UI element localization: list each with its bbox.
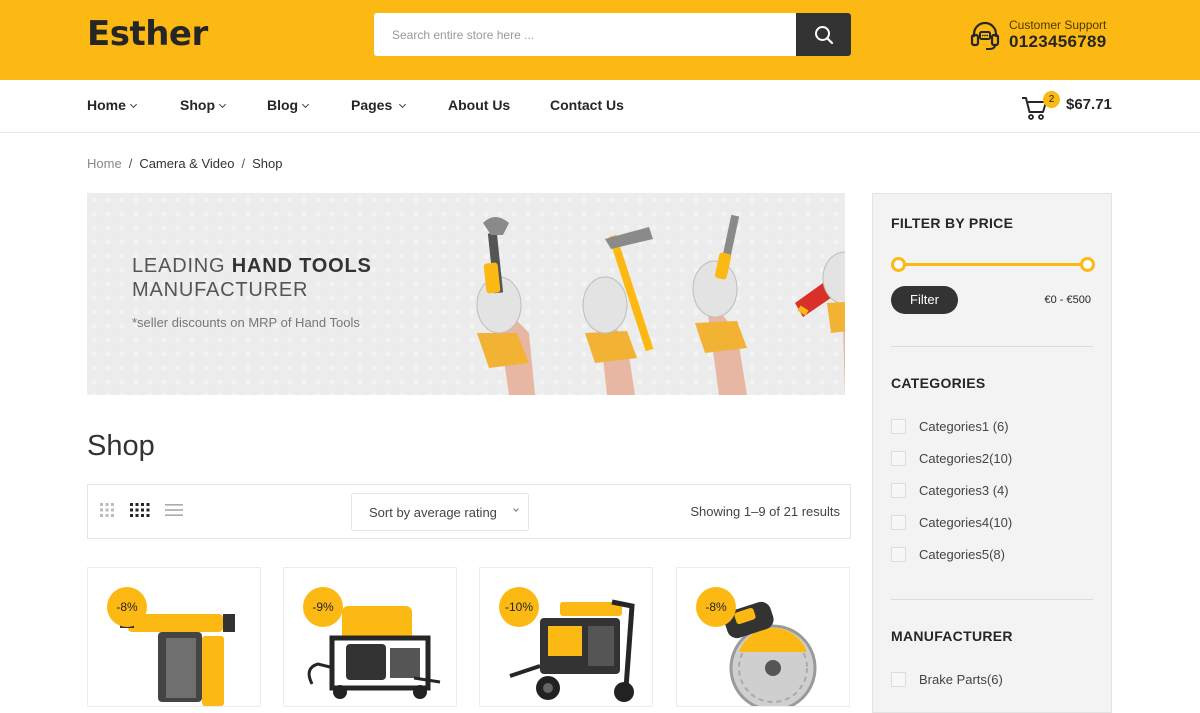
support-phone[interactable]: 0123456789 (1009, 32, 1107, 52)
discount-badge: -8% (107, 587, 147, 627)
breadcrumb-section[interactable]: Camera & Video (139, 156, 234, 171)
breadcrumb-current: Shop (252, 156, 283, 171)
cart-total: $67.71 (1066, 96, 1112, 113)
cart-count-badge: 2 (1043, 91, 1060, 108)
nav-item-home[interactable]: Home (87, 97, 137, 113)
banner-heading: LEADING HAND TOOLS (132, 255, 372, 277)
slider-min-handle[interactable] (891, 257, 906, 272)
mini-cart[interactable]: 2 $67.71 (1020, 90, 1120, 124)
filter-button[interactable]: Filter (891, 286, 958, 314)
nav-item-shop[interactable]: Shop (180, 97, 227, 113)
chevron-down-icon (218, 100, 227, 109)
product-card[interactable]: -9% (283, 567, 457, 707)
breadcrumb-home[interactable]: Home (87, 156, 122, 171)
page-title: Shop (87, 430, 155, 462)
grid-view-small-icon[interactable] (99, 502, 115, 518)
product-card[interactable]: -10% (479, 567, 653, 707)
product-card[interactable]: -8% (87, 567, 261, 707)
slider-track (897, 263, 1087, 266)
checkbox[interactable] (891, 483, 906, 498)
chevron-down-icon (399, 100, 407, 109)
checkbox[interactable] (891, 451, 906, 466)
wrench-hand (476, 217, 535, 395)
banner-heading-line2: MANUFACTURER (132, 279, 309, 301)
banner-subtitle: *seller discounts on MRP of Hand Tools (132, 315, 360, 330)
discount-badge: -10% (499, 587, 539, 627)
checkbox[interactable] (891, 547, 906, 562)
promo-banner[interactable]: LEADING HAND TOOLS MANUFACTURER *seller … (87, 193, 845, 395)
results-count: Showing 1–9 of 21 results (690, 504, 840, 519)
nav-item-pages[interactable]: Pages (351, 97, 407, 113)
categories-title: CATEGORIES (891, 375, 986, 391)
search-input[interactable] (374, 13, 796, 56)
price-range-label: €0 - €500 (1044, 294, 1091, 306)
customer-support: Customer Support 0123456789 (969, 17, 1119, 57)
nav-item-about-us[interactable]: About Us (448, 97, 510, 113)
search-icon (814, 25, 833, 44)
top-header: Esther Customer Support 0123456789 (0, 0, 1200, 80)
site-logo[interactable]: Esther (87, 14, 208, 54)
sidebar: FILTER BY PRICE Filter €0 - €500 CATEGOR… (872, 193, 1112, 713)
support-label: Customer Support (1009, 18, 1107, 32)
checkbox[interactable] (891, 672, 906, 687)
search-bar (374, 13, 851, 56)
shop-toolbar: Sort by average rating Showing 1–9 of 21… (87, 484, 851, 539)
manufacturer-title: MANUFACTURER (891, 628, 1013, 644)
breadcrumb-separator: / (241, 156, 246, 171)
search-button[interactable] (796, 13, 851, 56)
chevron-down-icon (302, 100, 310, 109)
checkbox[interactable] (891, 419, 906, 434)
hammer-hand (582, 227, 654, 395)
price-range-slider[interactable] (891, 257, 1095, 272)
chevron-down-icon (513, 506, 519, 512)
screwdriver-hand (692, 214, 747, 395)
divider (891, 346, 1093, 347)
nav-item-blog[interactable]: Blog (267, 97, 310, 113)
hands-with-tools-illustration (476, 214, 845, 395)
checkbox[interactable] (891, 515, 906, 530)
list-view-icon[interactable] (164, 502, 184, 518)
nav-item-contact-us[interactable]: Contact Us (550, 97, 624, 113)
sort-select[interactable]: Sort by average rating (351, 493, 529, 531)
product-card[interactable]: -8% (676, 567, 850, 707)
discount-badge: -9% (303, 587, 343, 627)
discount-badge: -8% (696, 587, 736, 627)
level-hand (795, 251, 845, 395)
breadcrumb-separator: / (128, 156, 133, 171)
sort-select-value: Sort by average rating (369, 505, 497, 520)
slider-max-handle[interactable] (1080, 257, 1095, 272)
filter-by-price-title: FILTER BY PRICE (891, 215, 1014, 231)
grid-view-large-icon[interactable] (129, 502, 151, 518)
divider (891, 599, 1093, 600)
chevron-down-icon (129, 100, 137, 109)
main-nav: Home Shop Blog Pages About Us Contact Us… (0, 80, 1200, 133)
headset-icon (970, 21, 1000, 50)
breadcrumb: Home / Camera & Video / Shop (87, 156, 282, 171)
